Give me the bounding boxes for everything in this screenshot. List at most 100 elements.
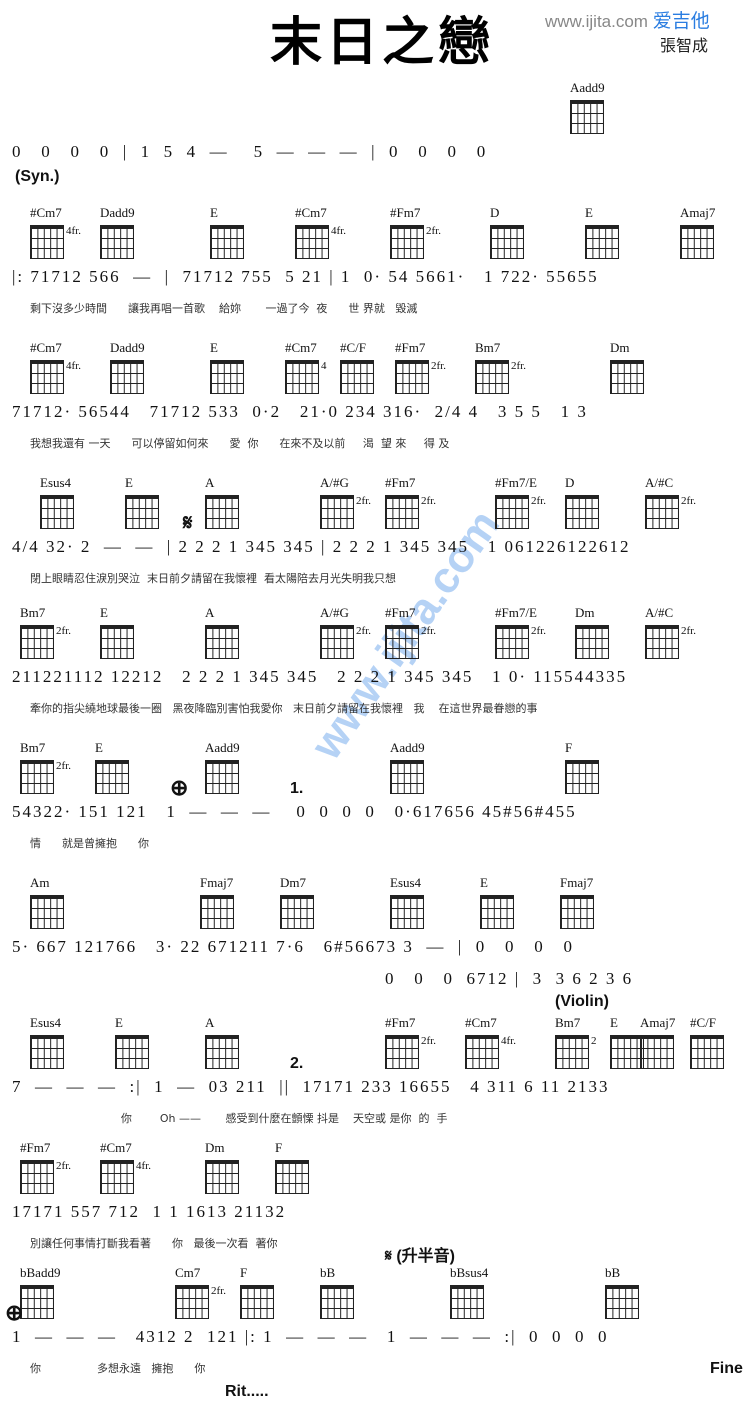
chord-grid-icon	[575, 625, 609, 659]
chord-grid-icon	[390, 760, 424, 794]
chord-grid-icon	[645, 625, 679, 659]
annotation-label: 𝄋 (升半音)	[385, 1248, 455, 1265]
chord-name: E	[585, 205, 593, 220]
chord-grid-icon	[585, 225, 619, 259]
site-url: www.ijita.com	[545, 12, 648, 31]
chord-diagram: #Cm7 4fr.	[30, 205, 81, 259]
fret-label: 2	[591, 1035, 597, 1047]
chord-grid-icon	[320, 1285, 354, 1319]
chord-diagram: A	[205, 1015, 239, 1069]
chord-diagram: A/#G 2fr.	[320, 605, 371, 659]
lyric-line: 你 多想永遠 擁抱 你	[30, 1362, 206, 1375]
chord-grid-icon	[205, 760, 239, 794]
chord-grid-icon	[95, 760, 129, 794]
chord-name: Cm7	[175, 1265, 201, 1280]
chord-grid-icon	[30, 895, 64, 929]
chord-diagram: Bm7 2fr.	[20, 605, 71, 659]
chord-name: Esus4	[30, 1015, 62, 1030]
chord-grid-icon	[295, 225, 329, 259]
chord-diagram: #C/F	[690, 1015, 724, 1069]
chord-diagram: #Fm7 2fr.	[20, 1140, 71, 1194]
segno-icon: 𝄋	[183, 510, 193, 535]
chord-name: D	[565, 475, 575, 490]
chord-grid-icon	[210, 225, 244, 259]
fret-label: 2fr.	[511, 360, 526, 372]
chord-grid-icon	[495, 495, 529, 529]
chord-grid-icon	[240, 1285, 274, 1319]
chord-name: E	[210, 205, 218, 220]
chord-grid-icon	[690, 1035, 724, 1069]
fine-label: Fine	[710, 1360, 743, 1377]
score-line: bBadd9 Cm7 2fr. FbB bBsus4 bB 1 — — — 4312 2 1…	[0, 1265, 750, 1400]
chord-grid-icon	[205, 1035, 239, 1069]
chord-name: E	[95, 740, 103, 755]
score-line: Esus4 E A A/#G 2fr. #Fm7 2fr. #Fm7/E 2fr. D A/#C 2f…	[0, 475, 750, 600]
chord-name: Dm7	[280, 875, 306, 890]
notation-line: |: 71712 566 — | 71712 755 5 21 | 1 0· 5…	[12, 267, 599, 286]
lyric-line: 閉上眼睛忍住淚別哭泣 末日前夕請留在我懷裡 看太陽陪去月光失明我只想	[30, 572, 396, 585]
chord-name: #Fm7	[390, 205, 421, 220]
chord-name: Aadd9	[205, 740, 240, 755]
chord-grid-icon	[210, 360, 244, 394]
chord-grid-icon	[100, 1160, 134, 1194]
chord-diagram: #Fm7 2fr.	[385, 1015, 436, 1069]
chord-name: #Cm7	[100, 1140, 132, 1155]
coda-icon: ⊕	[5, 1300, 24, 1325]
chord-diagram: bBadd9	[20, 1265, 60, 1319]
chord-grid-icon	[565, 495, 599, 529]
chord-name: E	[610, 1015, 618, 1030]
score-line: #Fm7 2fr. #Cm7 4fr. Dm F 17171 557 712 1 1 161…	[0, 1140, 750, 1265]
chord-diagram: Dm	[205, 1140, 239, 1194]
chord-diagram: A/#C 2fr.	[645, 605, 696, 659]
chord-name: F	[565, 740, 573, 755]
chord-diagram: F	[275, 1140, 309, 1194]
chord-grid-icon	[205, 495, 239, 529]
chord-name: bBsus4	[450, 1265, 489, 1280]
chord-diagram: E	[480, 875, 514, 929]
chord-name: A/#G	[320, 605, 349, 620]
chord-name: #Fm7/E	[495, 475, 537, 490]
chord-diagram: Dm	[575, 605, 609, 659]
chord-diagram: #Fm7 2fr.	[395, 340, 446, 394]
chord-name: #Fm7	[385, 1015, 416, 1030]
chord-name: #Cm7	[465, 1015, 497, 1030]
chord-grid-icon	[340, 360, 374, 394]
chord-diagram: #Fm7 2fr.	[385, 605, 436, 659]
fret-label: 2fr.	[356, 625, 371, 637]
chord-name: A/#C	[645, 475, 674, 490]
chord-diagram: #Fm7 2fr.	[390, 205, 441, 259]
chord-diagram: E	[95, 740, 129, 794]
chord-diagram: #Fm7/E 2fr.	[495, 605, 546, 659]
chord-diagram: F	[565, 740, 599, 794]
chord-grid-icon	[110, 360, 144, 394]
chord-name: Esus4	[390, 875, 422, 890]
artist-name: 張智成	[660, 36, 709, 55]
chord-diagram: Fmaj7	[200, 875, 234, 929]
lyric-line: 剩下沒多少時間 讓我再唱一首歌 給妳 一過了今 夜 世 界就 毀滅	[30, 302, 418, 315]
chord-diagram: Esus4	[390, 875, 424, 929]
fret-label: 2fr.	[426, 225, 441, 237]
fret-label: 2fr.	[356, 495, 371, 507]
annotation-label: (Violin)	[555, 993, 609, 1010]
chord-name: D	[490, 205, 500, 220]
chord-grid-icon	[490, 225, 524, 259]
notation-line: 71712· 56544 71712 533 0·2 21·0 234 316·…	[12, 402, 588, 421]
notation-line: 17171 557 712 1 1 1613 21132	[12, 1202, 287, 1221]
fret-label: 4fr.	[66, 360, 81, 372]
chord-diagram: E	[100, 605, 134, 659]
chord-name: Fmaj7	[200, 875, 234, 890]
chord-diagram: D	[490, 205, 524, 259]
chord-grid-icon	[20, 760, 54, 794]
chord-name: bBadd9	[20, 1265, 61, 1280]
chord-grid-icon	[125, 495, 159, 529]
chord-grid-icon	[280, 895, 314, 929]
chord-diagram: Aadd9	[570, 80, 605, 134]
chord-grid-icon	[205, 1160, 239, 1194]
notation-line: 1 — — — 4312 2 121 |: 1 — — — 1 — — — :|…	[12, 1327, 609, 1346]
fret-label: 2fr.	[681, 495, 696, 507]
chord-grid-icon	[385, 625, 419, 659]
chord-diagram: Dm	[610, 340, 644, 394]
notation-line: 211221112 12212 2 2 2 1 345 345 2 2 2 1 …	[12, 667, 628, 686]
lyric-line: 你 Oh —— 感受到什麼在顫慄 抖是 天空或 是你 的 手	[30, 1112, 448, 1125]
chord-grid-icon	[475, 360, 509, 394]
